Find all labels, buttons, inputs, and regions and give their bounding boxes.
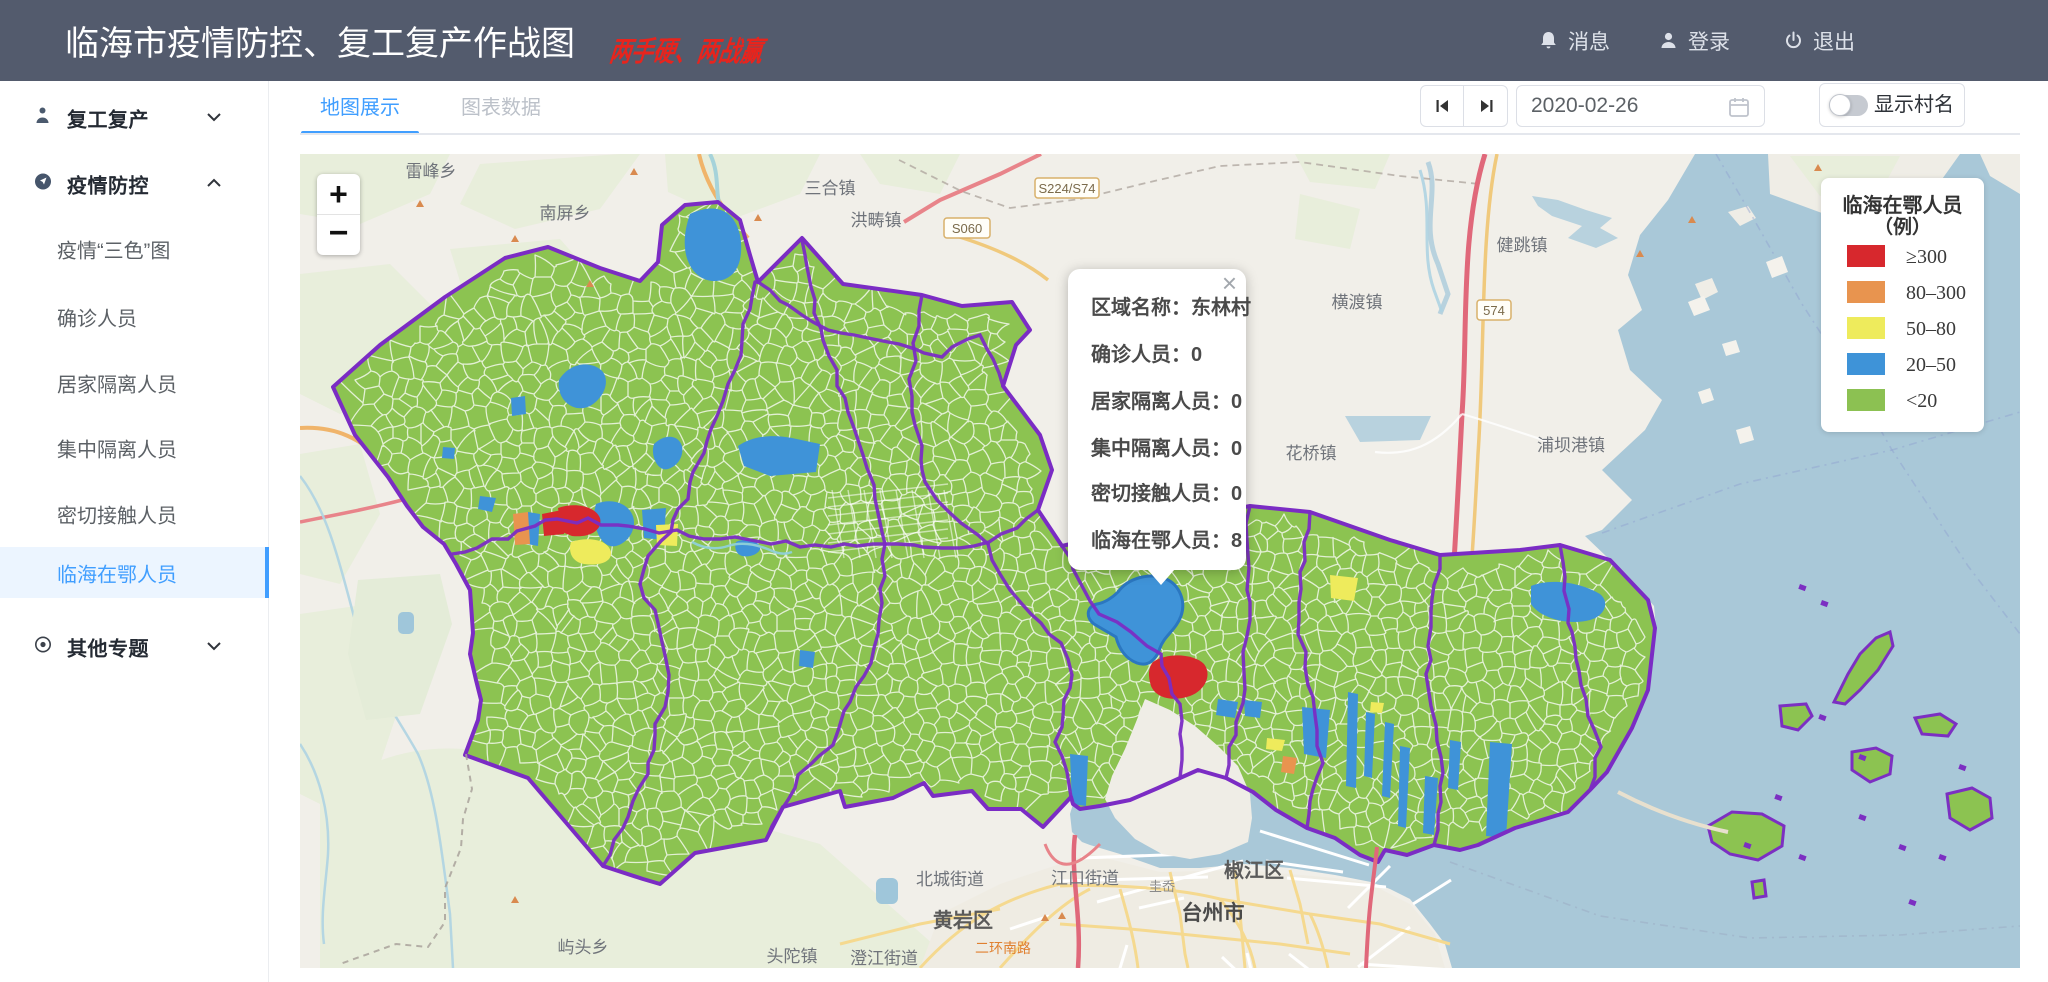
svg-text:江口街道: 江口街道 (1051, 869, 1119, 888)
svg-text:头陀镇: 头陀镇 (767, 947, 818, 966)
svg-text:屿头乡: 屿头乡 (558, 938, 609, 957)
svg-text:洪畴镇: 洪畴镇 (851, 211, 902, 230)
svg-text:北城街道: 北城街道 (916, 870, 984, 889)
svg-text:花桥镇: 花桥镇 (1286, 444, 1337, 463)
svg-text:台州市: 台州市 (1182, 901, 1245, 925)
svg-text:横渡镇: 横渡镇 (1332, 293, 1383, 312)
svg-text:南屏乡: 南屏乡 (540, 204, 591, 223)
svg-text:澄江街道: 澄江街道 (850, 949, 918, 968)
svg-text:黄岩区: 黄岩区 (933, 908, 993, 932)
svg-text:雷峰乡: 雷峰乡 (406, 162, 457, 181)
svg-text:574: 574 (1483, 303, 1505, 318)
svg-text:S060: S060 (952, 221, 982, 236)
svg-text:健跳镇: 健跳镇 (1497, 236, 1548, 255)
svg-text:椒江区: 椒江区 (1224, 858, 1284, 882)
svg-text:二环南路: 二环南路 (975, 940, 1031, 956)
svg-text:圭岙: 圭岙 (1149, 879, 1175, 894)
svg-text:浦坝港镇: 浦坝港镇 (1537, 436, 1605, 455)
svg-text:S224/S74: S224/S74 (1038, 181, 1095, 196)
svg-text:三合镇: 三合镇 (805, 179, 856, 198)
